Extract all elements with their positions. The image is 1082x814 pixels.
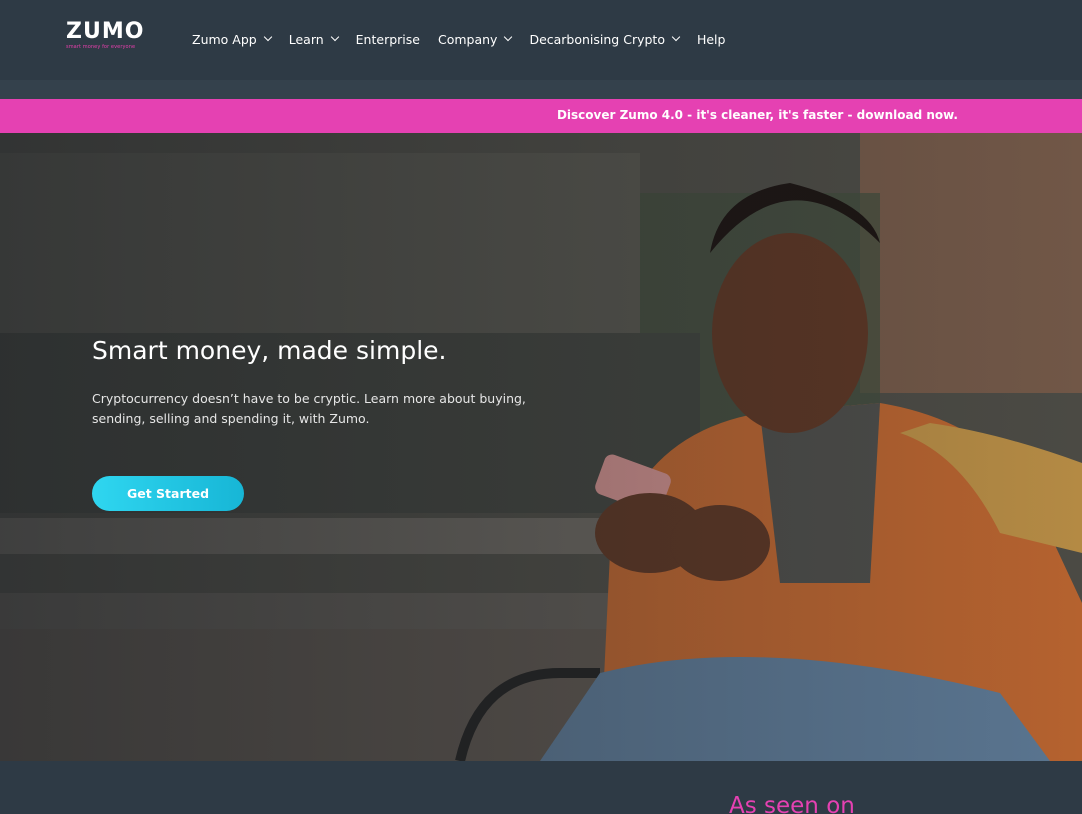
as-seen-on-section: As seen on (0, 761, 1082, 814)
as-seen-on-heading: As seen on (729, 793, 855, 814)
top-navigation: ZUMO smart money for everyone Zumo App L… (0, 0, 1082, 80)
nav-label: Decarbonising Crypto (529, 31, 665, 47)
nav-label: Help (696, 31, 726, 47)
nav-item-help[interactable]: Help (697, 32, 726, 47)
nav-item-learn[interactable]: Learn (288, 31, 339, 47)
chevron-down-icon (263, 32, 272, 42)
hero-subtitle: Cryptocurrency doesn’t have to be crypti… (92, 391, 526, 426)
nav-item-decarbonising-crypto[interactable]: Decarbonising Crypto (529, 31, 681, 47)
hero-section: Smart money, made simple. Cryptocurrency… (0, 133, 1082, 761)
nav-label: Enterprise (355, 31, 420, 47)
hero-background-image (0, 133, 1082, 761)
logo-wordmark: ZUMO (66, 19, 145, 44)
zumo-logo[interactable]: ZUMO smart money for everyone (66, 20, 144, 51)
get-started-button[interactable]: Get Started (92, 476, 244, 511)
main-menu: Zumo App Learn Enterprise Company Decarb… (192, 29, 743, 49)
nav-item-zumo-app[interactable]: Zumo App (192, 31, 272, 47)
chevron-down-icon (671, 32, 681, 42)
hero-title: Smart money, made simple. (92, 336, 447, 365)
nav-item-company[interactable]: Company (437, 31, 513, 47)
chevron-down-icon (330, 32, 339, 42)
chevron-down-icon (504, 32, 513, 42)
nav-label: Learn (288, 31, 324, 47)
promo-banner[interactable]: Discover Zumo 4.0 - it's cleaner, it's f… (0, 99, 1082, 133)
header-divider-band (0, 80, 1082, 99)
nav-label: Zumo App (192, 31, 257, 47)
nav-label: Company (437, 31, 498, 47)
nav-item-enterprise[interactable]: Enterprise (356, 32, 420, 47)
promo-banner-text[interactable]: Discover Zumo 4.0 - it's cleaner, it's f… (557, 108, 958, 122)
logo-tagline: smart money for everyone (66, 44, 136, 50)
